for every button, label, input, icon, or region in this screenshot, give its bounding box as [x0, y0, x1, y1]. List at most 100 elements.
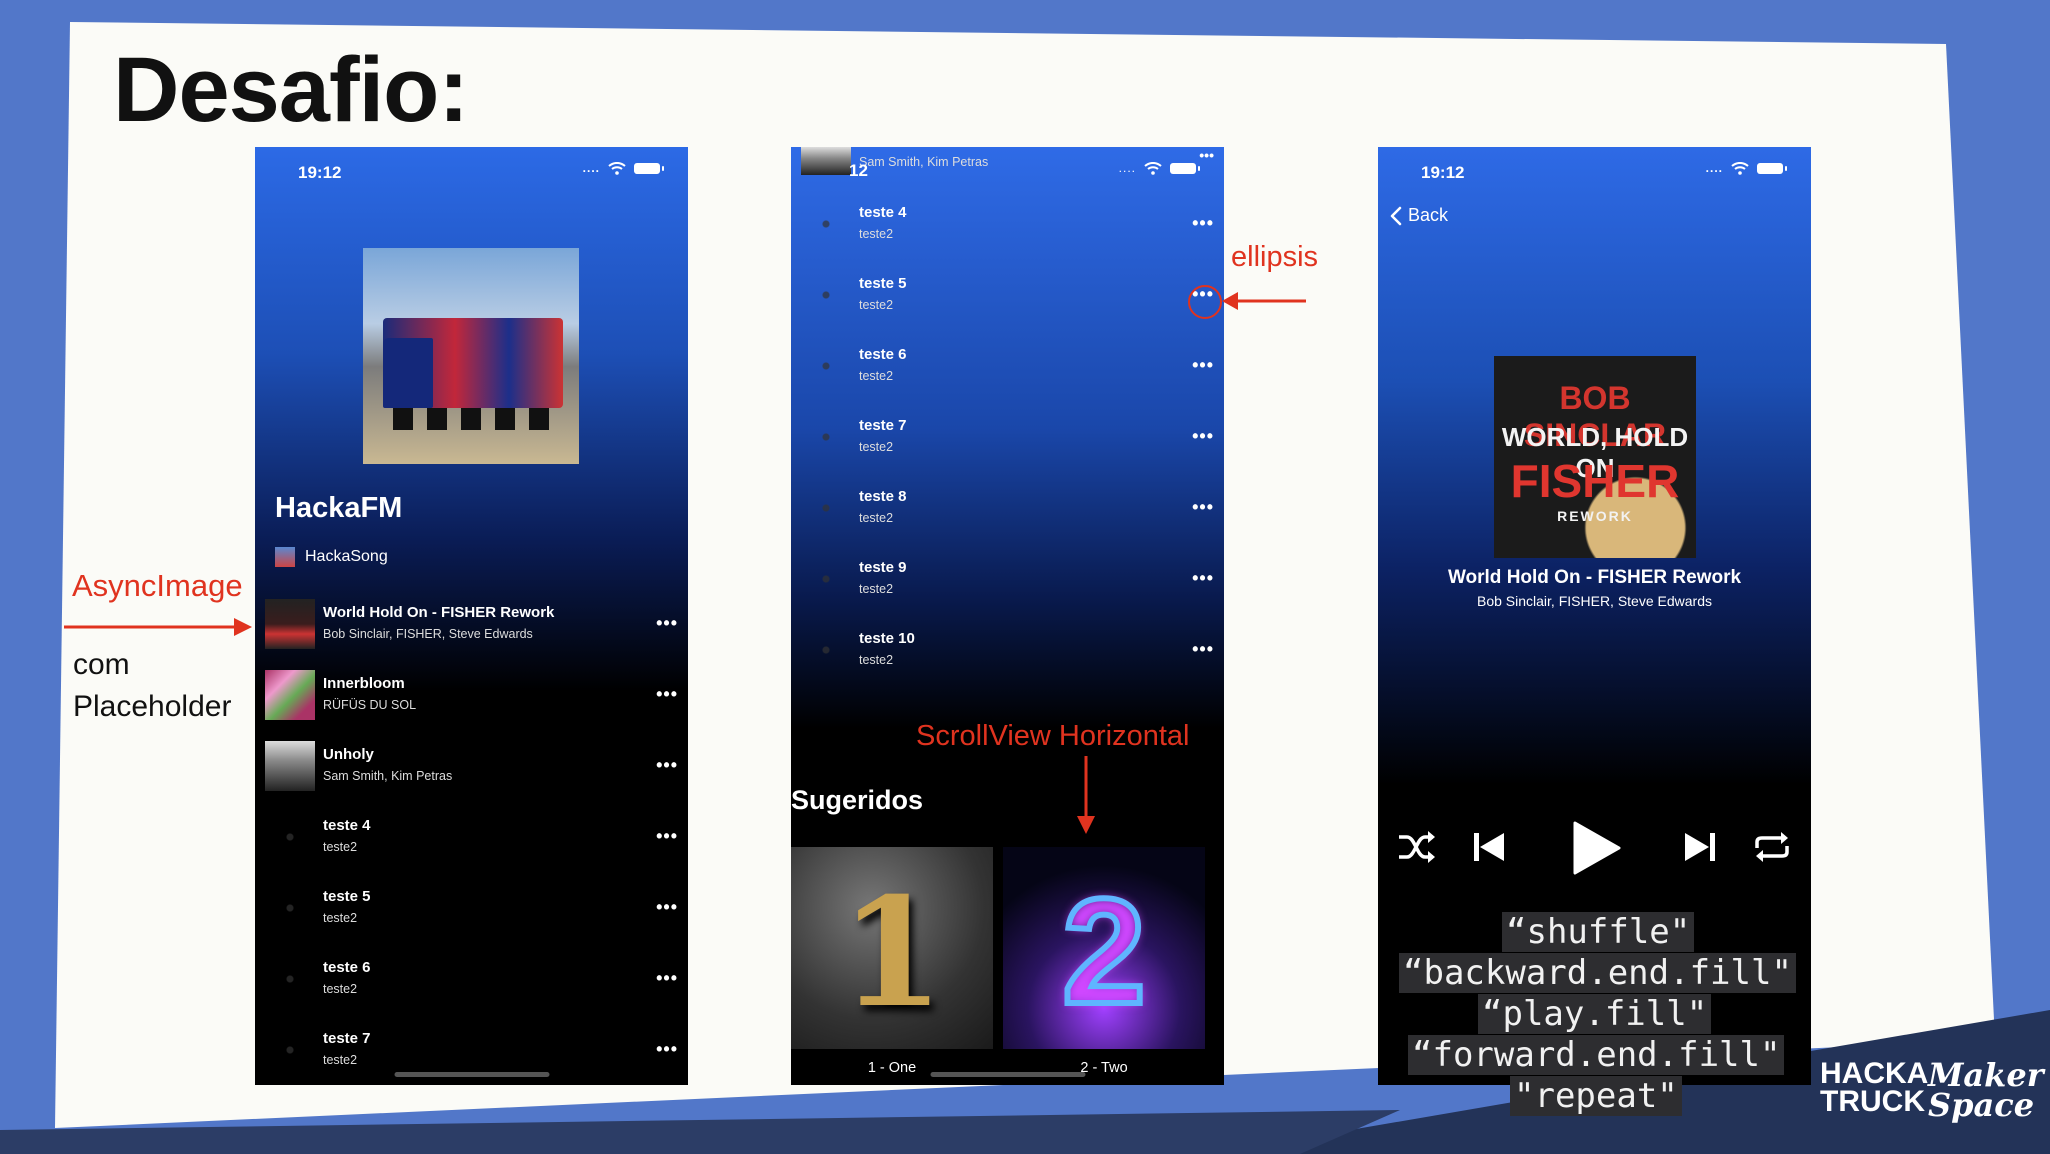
- annotation-asyncimage: AsyncImage: [72, 568, 243, 603]
- loading-placeholder-icon: [265, 883, 315, 933]
- track-artwork: [265, 741, 315, 791]
- loading-placeholder-icon: [801, 270, 851, 320]
- back-button[interactable]: Back: [1390, 205, 1448, 226]
- track-artist: Sam Smith, Kim Petras: [323, 769, 453, 783]
- ellipsis-icon[interactable]: •••: [656, 755, 678, 776]
- track-row[interactable]: teste 9 teste2 •••: [791, 554, 1224, 624]
- track-artwork: [265, 670, 315, 720]
- track-row[interactable]: teste 6 teste2 •••: [791, 341, 1224, 411]
- loading-placeholder-icon: [265, 954, 315, 1004]
- album-artwork: BOB SINCLAR WORLD, HOLD ON FISHER REWORK: [1494, 356, 1696, 558]
- wifi-icon: [1144, 161, 1162, 175]
- track-title: teste 7: [859, 417, 907, 434]
- track-row[interactable]: Innerbloom RÜFÜS DU SOL •••: [255, 670, 688, 740]
- track-row[interactable]: teste 10 teste2 •••: [791, 625, 1224, 695]
- sf-symbol-label: “play.fill": [1478, 994, 1712, 1034]
- ellipsis-icon[interactable]: •••: [1192, 497, 1214, 518]
- phone-scrolled-screen: Sam Smith, Kim Petras 12 .... ••• teste …: [791, 147, 1224, 1085]
- track-artist: RÜFÜS DU SOL: [323, 698, 417, 712]
- loading-placeholder-icon: [801, 199, 851, 249]
- track-title: teste 8: [859, 488, 907, 505]
- ellipsis-icon[interactable]: •••: [656, 897, 678, 918]
- loading-placeholder-icon: [801, 341, 851, 391]
- track-row[interactable]: teste 7 teste2 •••: [791, 412, 1224, 482]
- ellipsis-icon[interactable]: •••: [656, 1039, 678, 1060]
- status-bar: 19:12 ....: [255, 161, 688, 185]
- track-title: teste 4: [859, 204, 907, 221]
- ellipsis-icon[interactable]: •••: [1192, 426, 1214, 447]
- backward-end-fill-icon[interactable]: [1472, 831, 1506, 863]
- status-time: 19:12: [1421, 163, 1465, 182]
- loading-placeholder-icon: [801, 625, 851, 675]
- home-indicator: [930, 1072, 1085, 1077]
- track-title: teste 6: [323, 959, 371, 976]
- annotation-com: com: [73, 648, 130, 681]
- track-title: teste 9: [859, 559, 907, 576]
- playlist-row[interactable]: HackaSong: [275, 547, 388, 567]
- sf-symbol-label: "repeat": [1510, 1076, 1682, 1116]
- ellipsis-icon[interactable]: •••: [1192, 213, 1214, 234]
- track-artwork: [265, 599, 315, 649]
- ellipsis-icon[interactable]: •••: [656, 826, 678, 847]
- track-artist: teste2: [323, 1053, 358, 1067]
- station-cover-image: [363, 248, 579, 464]
- ellipsis-icon[interactable]: •••: [1192, 639, 1214, 660]
- suggested-card[interactable]: 2: [1003, 847, 1205, 1049]
- loading-placeholder-icon: [801, 483, 851, 533]
- highlight-circle: [1188, 285, 1222, 319]
- track-row[interactable]: teste 8 teste2 •••: [791, 483, 1224, 553]
- arrow-left-icon: [1222, 292, 1306, 310]
- now-playing-title: World Hold On - FISHER Rework: [1447, 567, 1742, 588]
- track-row[interactable]: teste 5 teste2 •••: [791, 270, 1224, 340]
- track-row[interactable]: teste 4 teste2 •••: [255, 812, 688, 882]
- battery-icon: [634, 162, 664, 174]
- ellipsis-icon[interactable]: •••: [656, 684, 678, 705]
- station-title: HackaFM: [275, 492, 403, 524]
- track-row[interactable]: Unholy Sam Smith, Kim Petras •••: [255, 741, 688, 811]
- suggested-card-number: 1: [839, 865, 945, 1041]
- track-row[interactable]: teste 4 teste2 •••: [791, 199, 1224, 269]
- now-playing-artist: Bob Sinclair, FISHER, Steve Edwards: [1477, 593, 1712, 609]
- status-icons: ....: [1118, 161, 1200, 175]
- track-row[interactable]: World Hold On - FISHER Rework Bob Sincla…: [255, 599, 688, 669]
- status-time: 12: [849, 161, 868, 180]
- ellipsis-icon[interactable]: •••: [656, 968, 678, 989]
- track-title: teste 7: [323, 1030, 371, 1047]
- track-artist: teste2: [859, 227, 894, 241]
- track-artist: teste2: [323, 911, 358, 925]
- battery-icon: [1170, 162, 1200, 174]
- track-artist: teste2: [859, 511, 894, 525]
- repeat-icon[interactable]: [1753, 830, 1791, 864]
- suggested-card[interactable]: 1: [791, 847, 993, 1049]
- loading-placeholder-icon: [265, 1025, 315, 1075]
- phone-list-screen: 19:12 .... HackaFM HackaSong World Hold …: [255, 147, 688, 1085]
- status-bar: 19:12 ....: [1378, 161, 1811, 185]
- signal-icon: ....: [1118, 161, 1136, 175]
- forward-end-fill-icon[interactable]: [1683, 831, 1717, 863]
- arrow-down-icon: [1077, 756, 1095, 834]
- ellipsis-icon[interactable]: •••: [656, 613, 678, 634]
- track-title: teste 4: [323, 817, 371, 834]
- ellipsis-icon[interactable]: •••: [1199, 147, 1214, 163]
- arrow-right-icon: [64, 618, 252, 636]
- playlist-thumbnail: [275, 547, 295, 567]
- sf-symbol-label: “forward.end.fill": [1408, 1035, 1785, 1075]
- ellipsis-icon[interactable]: •••: [1192, 568, 1214, 589]
- track-row[interactable]: teste 6 teste2 •••: [255, 954, 688, 1024]
- track-row[interactable]: teste 5 teste2 •••: [255, 883, 688, 953]
- slide-title: Desafio:: [113, 39, 469, 141]
- shuffle-icon[interactable]: [1397, 829, 1437, 865]
- suggested-card-number: 2: [1059, 864, 1148, 1038]
- signal-icon: ....: [582, 161, 600, 175]
- ellipsis-icon[interactable]: •••: [1192, 355, 1214, 376]
- home-indicator: [394, 1072, 549, 1077]
- track-artist: teste2: [859, 582, 894, 596]
- hacka-truck-logo: HACKA TRUCK Maker Space: [1820, 1056, 2044, 1124]
- annotation-ellipsis: ellipsis: [1231, 241, 1319, 273]
- track-artist: teste2: [859, 369, 894, 383]
- track-artist: Sam Smith, Kim Petras: [859, 155, 989, 169]
- track-artwork: [801, 147, 851, 175]
- annotation-scrollview: ScrollView Horizontal: [916, 720, 1190, 752]
- play-fill-icon[interactable]: [1571, 821, 1621, 875]
- track-artist: teste2: [859, 653, 894, 667]
